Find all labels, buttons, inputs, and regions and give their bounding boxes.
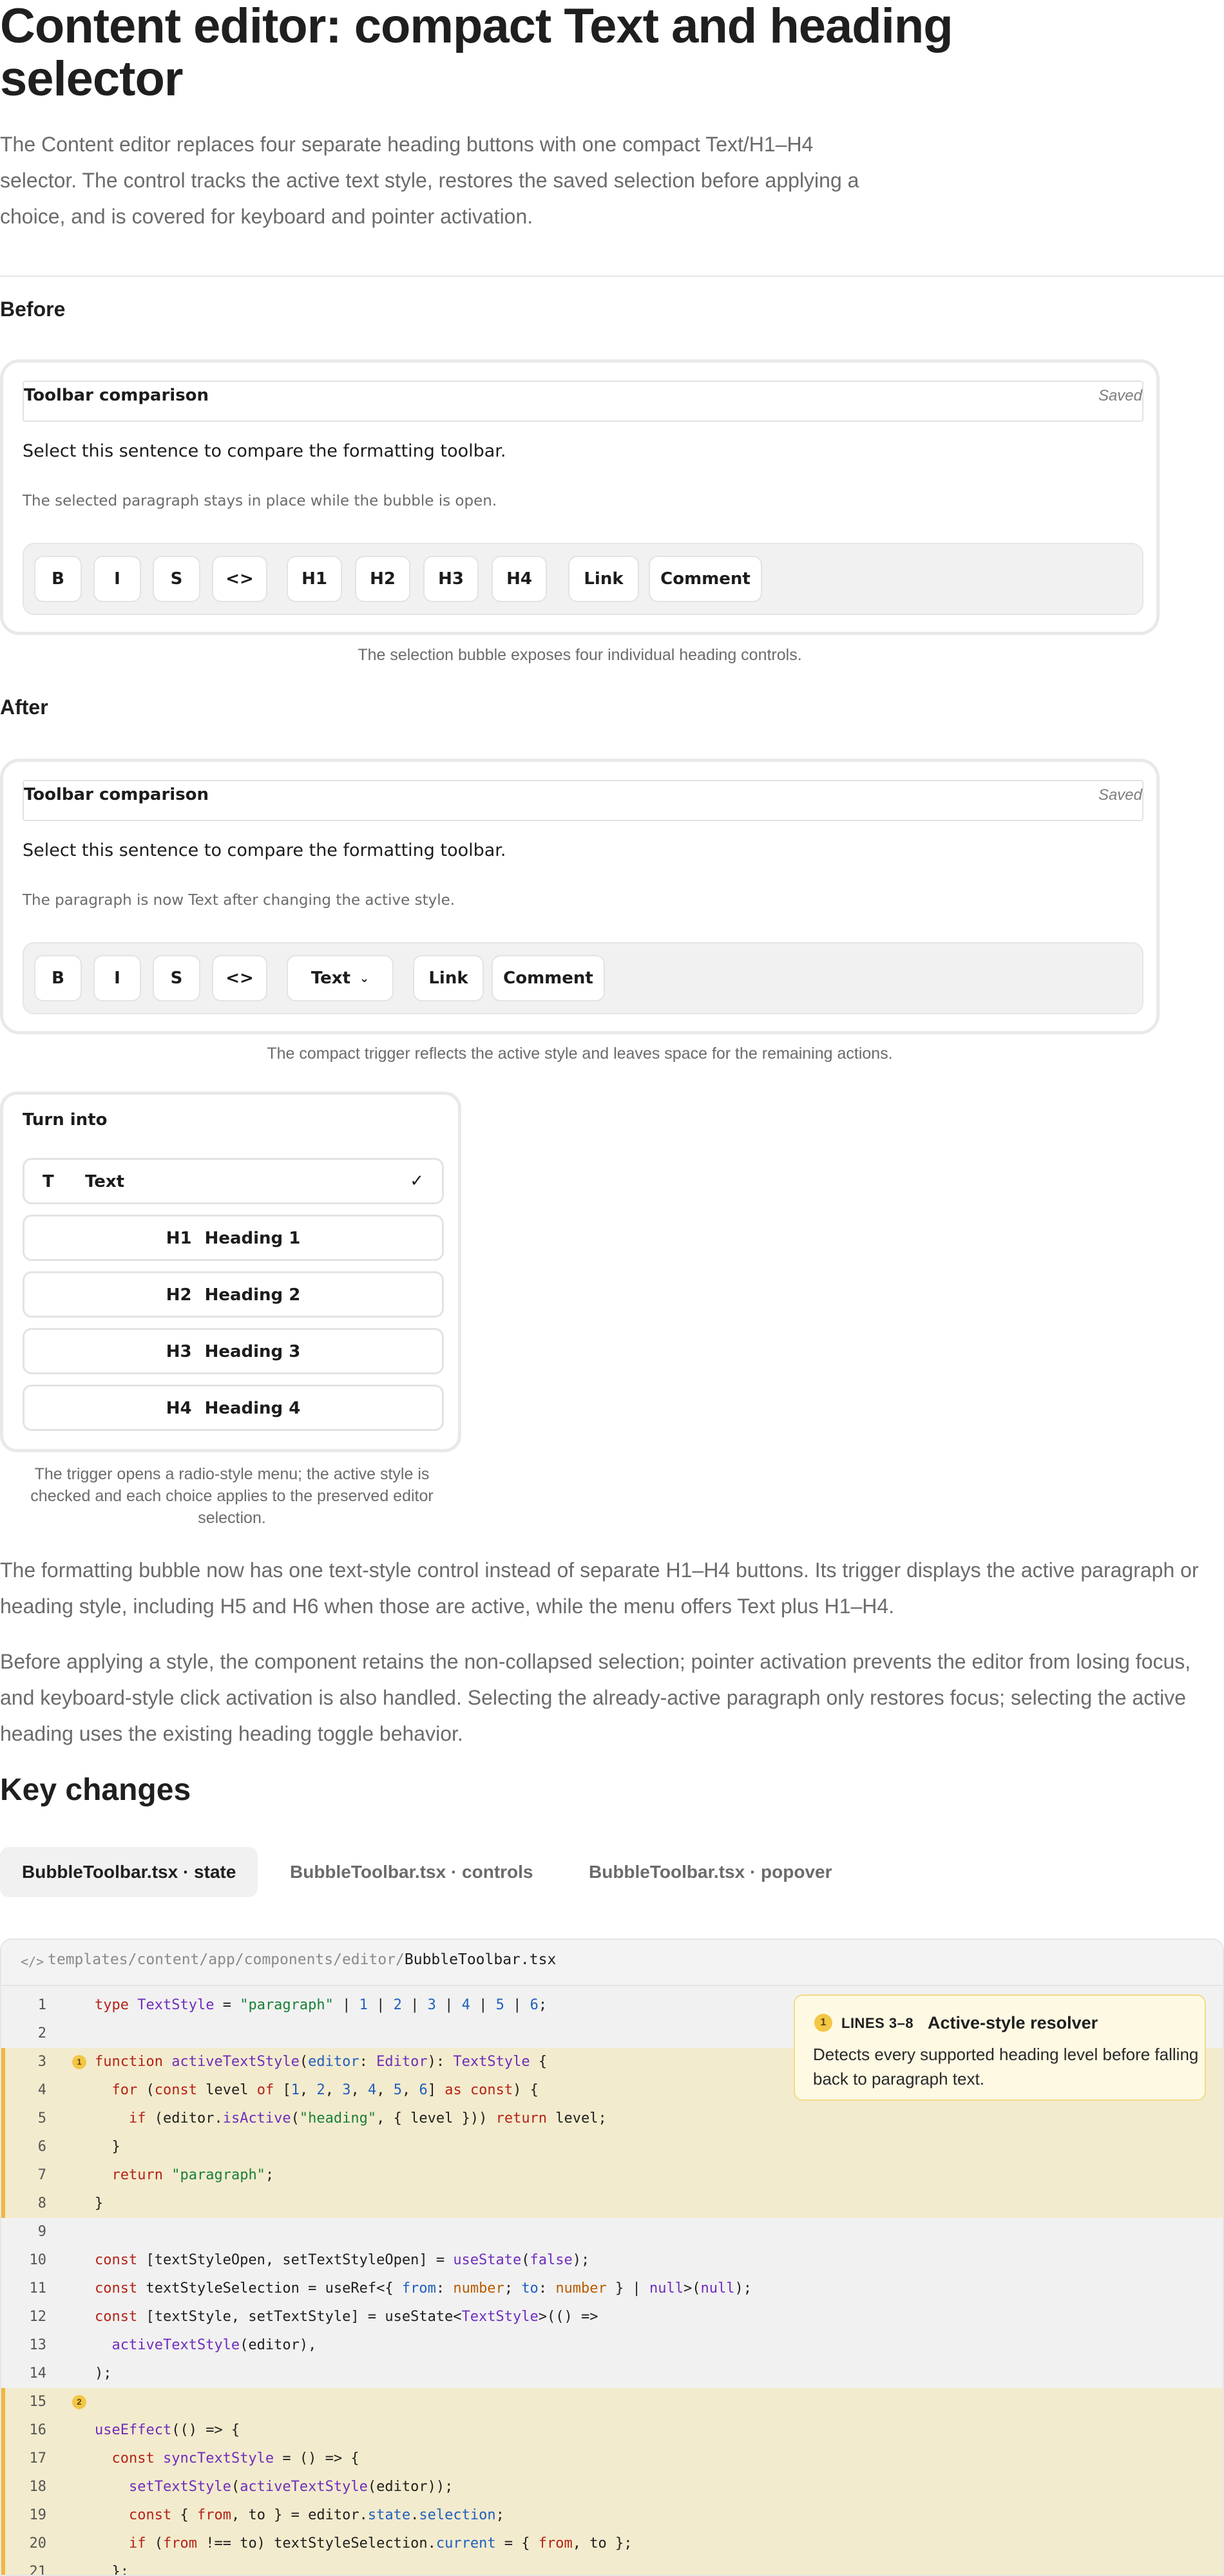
italic-button[interactable]: I — [93, 556, 141, 602]
menu-item-heading-1[interactable]: H1 Heading 1 — [23, 1215, 444, 1261]
code-icon: </> — [21, 1954, 44, 1969]
body-paragraph-1: The formatting bubble now has one text-s… — [0, 1558, 1199, 1618]
file-name: BubbleToolbar.tsx — [404, 1951, 557, 1968]
code-line: 16 useEffect(() => { — [1, 2416, 1223, 2445]
code-line: 9 — [37, 2224, 46, 2240]
doc-title-field[interactable]: Toolbar comparison Saved — [23, 381, 1143, 422]
doc-sentence[interactable]: Select this sentence to compare the form… — [23, 441, 506, 461]
doc-paragraph[interactable]: The paragraph is now Text after changing… — [23, 892, 455, 909]
code-line: 6 } — [1, 2133, 1223, 2161]
code-line: 19 const { from, to } = editor.state.sel… — [1, 2501, 1223, 2530]
menu-item-label: Heading 2 — [204, 1285, 301, 1305]
chevron-down-icon: ⌄ — [359, 971, 370, 985]
italic-button[interactable]: I — [93, 955, 141, 1001]
menu-item-label: Text — [85, 1172, 125, 1191]
tab-popover[interactable]: BubbleToolbar.tsx · popover — [567, 1847, 854, 1897]
menu-item-heading-4[interactable]: H4 Heading 4 — [23, 1385, 444, 1431]
tab-state[interactable]: BubbleToolbar.tsx · state — [0, 1847, 258, 1897]
heading-4-icon: H4 — [166, 1399, 192, 1418]
doc-title-field[interactable]: Toolbar comparison Saved — [23, 780, 1143, 821]
after-caption: The compact trigger reflects the active … — [267, 1045, 893, 1063]
text-style-icon: T — [43, 1172, 54, 1191]
code-header: </> templates/content/app/components/edi… — [1, 1940, 1223, 1986]
after-editor-frame: Toolbar comparison Saved Select this sen… — [0, 759, 1160, 1034]
comment-button[interactable]: Comment — [649, 556, 762, 602]
menu-item-heading-2[interactable]: H2 Heading 2 — [23, 1271, 444, 1318]
menu-item-label: Heading 1 — [204, 1229, 301, 1248]
doc-paragraph[interactable]: The selected paragraph stays in place wh… — [23, 493, 497, 509]
strike-button[interactable]: S — [153, 955, 200, 1001]
code-line: 13 activeTextStyle(editor), — [29, 2337, 317, 2353]
h2-button[interactable]: H2 — [355, 556, 410, 602]
saved-status: Saved — [1098, 786, 1142, 804]
menu-item-label: Heading 3 — [204, 1342, 301, 1361]
code-line: 5 if (editor.isActive("heading", { level… — [1, 2105, 1223, 2133]
code-line: 17 const syncTextStyle = () => { — [1, 2445, 1223, 2473]
code-line: 10 const [textStyleOpen, setTextStyleOpen… — [29, 2252, 590, 2268]
key-changes-heading: Key changes — [0, 1773, 191, 1807]
divider — [0, 276, 1224, 277]
before-editor-frame: Toolbar comparison Saved Select this sen… — [0, 359, 1160, 635]
saved-status: Saved — [1098, 387, 1142, 404]
heading-3-icon: H3 — [166, 1342, 192, 1361]
comment-button[interactable]: Comment — [492, 955, 605, 1001]
check-icon: ✓ — [410, 1171, 424, 1191]
menu-item-heading-3[interactable]: H3 Heading 3 — [23, 1328, 444, 1374]
text-style-trigger[interactable]: Text ⌄ — [287, 955, 394, 1001]
menu-item-label: Heading 4 — [204, 1399, 301, 1418]
file-path: templates/content/app/components/editor/… — [48, 1951, 557, 1968]
code-line: 8} — [1, 2190, 1223, 2218]
link-button[interactable]: Link — [568, 556, 639, 602]
code-line: 21 }; — [1, 2558, 1223, 2575]
annotation-marker[interactable]: 1 — [72, 2055, 86, 2069]
link-button[interactable]: Link — [413, 955, 484, 1001]
heading-2-icon: H2 — [166, 1285, 192, 1305]
before-caption: The selection bubble exposes four indivi… — [358, 646, 802, 664]
selection-bubble-toolbar: B I S <> H1 H2 H3 H4 Link Comment — [23, 543, 1143, 615]
selection-bubble-toolbar: B I S <> Text ⌄ Link Comment — [23, 942, 1143, 1014]
heading-1-icon: H1 — [166, 1229, 192, 1248]
doc-title: Toolbar comparison — [24, 386, 209, 405]
annotation-marker[interactable]: 2 — [72, 2395, 86, 2409]
code-line: 18 setTextStyle(activeTextStyle(editor))… — [1, 2473, 1223, 2501]
menu-title: Turn into — [23, 1110, 108, 1130]
annotation-text: Detects every supported heading level be… — [813, 2045, 1199, 2088]
strike-button[interactable]: S — [153, 556, 200, 602]
code-line: 11 const textStyleSelection = useRef<{ fr… — [29, 2280, 752, 2297]
code-line: 14); — [29, 2365, 112, 2382]
code-line: 20 if (from !== to) textStyleSelection.c… — [1, 2530, 1223, 2558]
code-line: 15 2 — [1, 2388, 1223, 2416]
h4-button[interactable]: H4 — [492, 556, 547, 602]
code-button[interactable]: <> — [212, 955, 267, 1001]
turn-into-menu: Turn into T Text ✓ H1 Heading 1 H2 Heading… — [0, 1092, 461, 1452]
annotation-title: Active-style resolver — [928, 2013, 1098, 2032]
menu-item-text[interactable]: T Text ✓ — [23, 1158, 444, 1204]
page: Content editor: compact Text and heading… — [0, 0, 1224, 2576]
h3-button[interactable]: H3 — [423, 556, 479, 602]
annotation-note: 1 LINES 3–8 Active-style resolver Detect… — [794, 1994, 1206, 2101]
annotation-lines: LINES 3–8 — [841, 2015, 914, 2031]
annotation-badge: 1 — [814, 2014, 832, 2032]
menu-caption: The trigger opens a radio-style menu; th… — [30, 1465, 434, 1527]
text-style-trigger-label: Text — [311, 969, 351, 988]
bold-button[interactable]: B — [34, 955, 82, 1001]
code-button[interactable]: <> — [212, 556, 267, 602]
before-label: Before — [0, 298, 66, 321]
after-label: After — [0, 696, 48, 719]
doc-sentence[interactable]: Select this sentence to compare the form… — [23, 840, 506, 860]
code-line: 7 return "paragraph"; — [1, 2161, 1223, 2190]
page-intro: The Content editor replaces four separat… — [0, 133, 859, 228]
tab-controls[interactable]: BubbleToolbar.tsx · controls — [268, 1847, 555, 1897]
body-paragraph-2: Before applying a style, the component r… — [0, 1650, 1191, 1745]
h1-button[interactable]: H1 — [287, 556, 342, 602]
page-title: Content editor: compact Text and heading… — [0, 0, 953, 106]
code-line: 12 const [textStyle, setTextStyle] = useS… — [29, 2309, 598, 2325]
doc-title: Toolbar comparison — [24, 785, 209, 804]
bold-button[interactable]: B — [34, 556, 82, 602]
